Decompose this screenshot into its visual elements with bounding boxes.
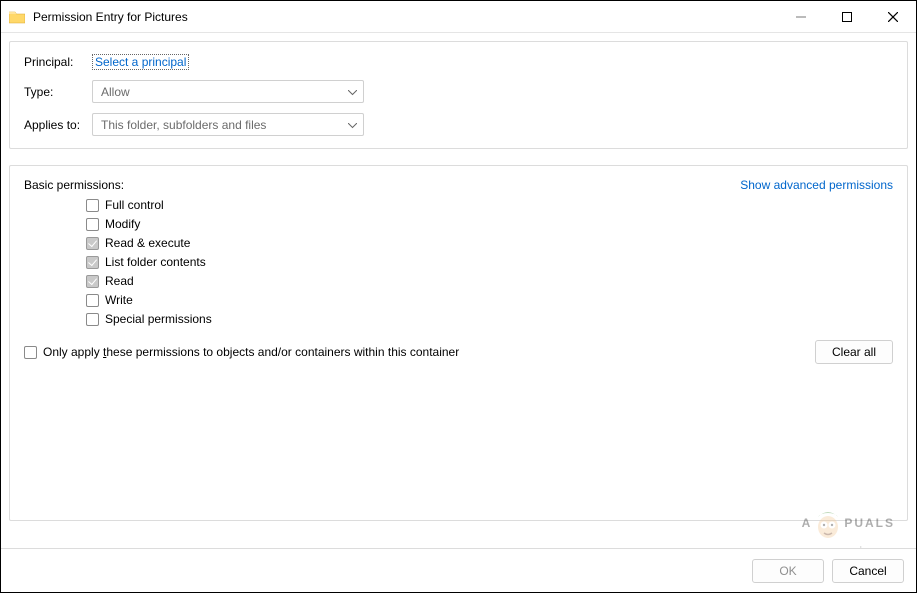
close-button[interactable] [870, 1, 916, 33]
chevron-down-icon [348, 118, 357, 132]
window-title: Permission Entry for Pictures [33, 10, 778, 24]
applies-to-label: Applies to: [24, 118, 92, 132]
folder-icon [9, 10, 25, 24]
permission-read-execute[interactable]: Read & execute [86, 236, 893, 250]
permission-list-folder[interactable]: List folder contents [86, 255, 893, 269]
permission-full-control[interactable]: Full control [86, 198, 893, 212]
chevron-down-icon [348, 85, 357, 99]
type-value: Allow [101, 85, 130, 99]
dialog-footer: OK Cancel [1, 548, 916, 592]
cancel-button[interactable]: Cancel [832, 559, 904, 583]
content-area: Principal: Select a principal Type: Allo… [1, 33, 916, 548]
checkbox[interactable] [86, 313, 99, 326]
basic-permissions-label: Basic permissions: [24, 178, 124, 192]
type-dropdown[interactable]: Allow [92, 80, 364, 103]
applies-to-dropdown[interactable]: This folder, subfolders and files [92, 113, 364, 136]
permission-label: Modify [105, 217, 140, 231]
checkbox[interactable] [24, 346, 37, 359]
permissions-list: Full control Modify Read & execute List … [24, 198, 893, 326]
permission-label: Special permissions [105, 312, 212, 326]
permission-label: Full control [105, 198, 164, 212]
checkbox[interactable] [86, 199, 99, 212]
maximize-button[interactable] [824, 1, 870, 33]
only-apply-checkbox-row[interactable]: Only apply these permissions to objects … [24, 345, 459, 359]
permission-read[interactable]: Read [86, 274, 893, 288]
principal-panel: Principal: Select a principal Type: Allo… [9, 41, 908, 149]
checkbox[interactable] [86, 218, 99, 231]
principal-label: Principal: [24, 55, 92, 69]
ok-button[interactable]: OK [752, 559, 824, 583]
clear-all-button[interactable]: Clear all [815, 340, 893, 364]
permissions-panel: Basic permissions: Show advanced permiss… [9, 165, 908, 521]
permission-special[interactable]: Special permissions [86, 312, 893, 326]
checkbox[interactable] [86, 256, 99, 269]
checkbox[interactable] [86, 294, 99, 307]
permission-label: List folder contents [105, 255, 206, 269]
permission-write[interactable]: Write [86, 293, 893, 307]
checkbox[interactable] [86, 237, 99, 250]
type-label: Type: [24, 85, 92, 99]
select-principal-link[interactable]: Select a principal [92, 54, 189, 70]
permission-label: Read [105, 274, 134, 288]
applies-to-value: This folder, subfolders and files [101, 118, 266, 132]
titlebar: Permission Entry for Pictures [1, 1, 916, 33]
minimize-button[interactable] [778, 1, 824, 33]
only-apply-label: Only apply these permissions to objects … [43, 345, 459, 359]
permission-modify[interactable]: Modify [86, 217, 893, 231]
show-advanced-permissions-link[interactable]: Show advanced permissions [740, 178, 893, 192]
checkbox[interactable] [86, 275, 99, 288]
permission-label: Read & execute [105, 236, 190, 250]
permission-label: Write [105, 293, 133, 307]
